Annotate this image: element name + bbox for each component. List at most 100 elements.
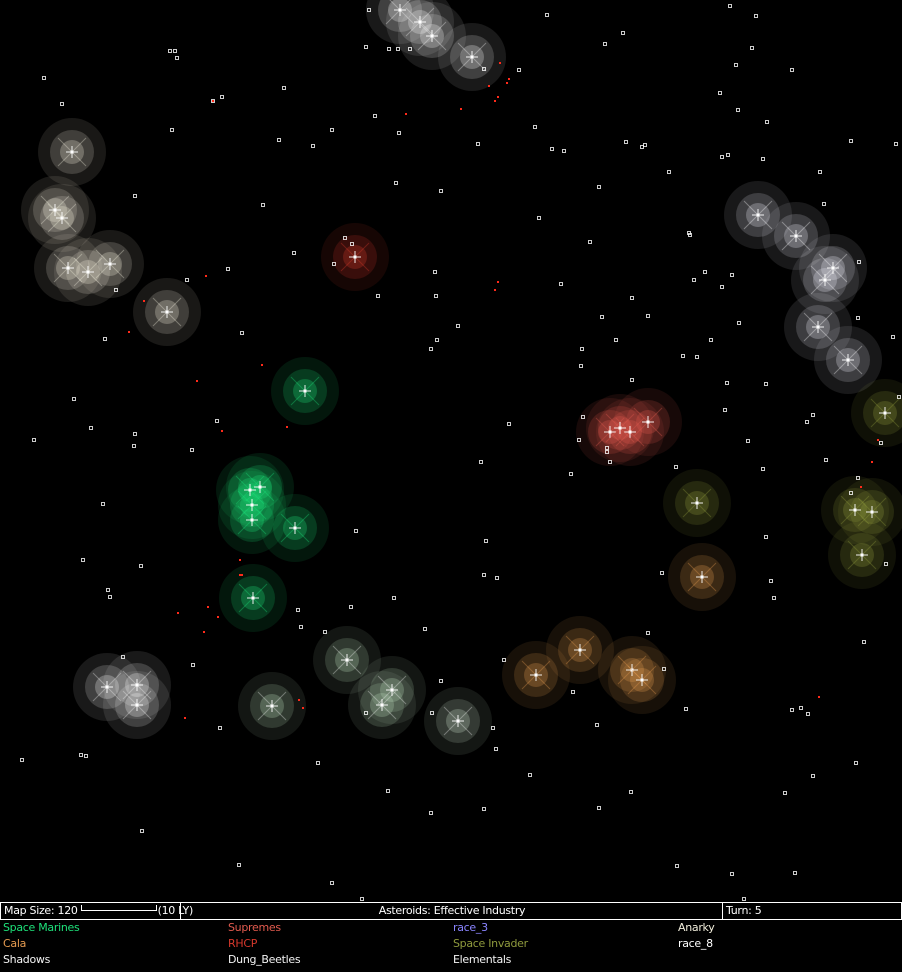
unowned-star[interactable] (718, 91, 722, 95)
unowned-star[interactable] (646, 314, 650, 318)
fleet-marker[interactable] (460, 108, 462, 110)
unowned-star[interactable] (891, 335, 895, 339)
unowned-star[interactable] (42, 76, 46, 80)
unowned-star[interactable] (392, 596, 396, 600)
unowned-star[interactable] (849, 139, 853, 143)
unowned-star[interactable] (89, 426, 93, 430)
unowned-star[interactable] (360, 897, 364, 901)
unowned-star[interactable] (730, 273, 734, 277)
unowned-star[interactable] (479, 460, 483, 464)
unowned-star[interactable] (603, 42, 607, 46)
fleet-marker[interactable] (239, 559, 241, 561)
unowned-star[interactable] (737, 321, 741, 325)
fleet-marker[interactable] (298, 699, 300, 701)
unowned-star[interactable] (822, 202, 826, 206)
unowned-star[interactable] (282, 86, 286, 90)
unowned-star[interactable] (528, 773, 532, 777)
unowned-star[interactable] (640, 145, 644, 149)
unowned-star[interactable] (692, 278, 696, 282)
unowned-star[interactable] (726, 153, 730, 157)
unowned-star[interactable] (799, 706, 803, 710)
unowned-star[interactable] (237, 863, 241, 867)
unowned-star[interactable] (60, 102, 64, 106)
unowned-star[interactable] (397, 131, 401, 135)
unowned-star[interactable] (643, 143, 647, 147)
unowned-star[interactable] (805, 420, 809, 424)
unowned-star[interactable] (667, 170, 671, 174)
unowned-star[interactable] (517, 68, 521, 72)
unowned-star[interactable] (614, 338, 618, 342)
fleet-marker[interactable] (494, 100, 496, 102)
unowned-star[interactable] (476, 142, 480, 146)
unowned-star[interactable] (793, 871, 797, 875)
unowned-star[interactable] (790, 708, 794, 712)
unowned-star[interactable] (818, 170, 822, 174)
fleet-marker[interactable] (203, 631, 205, 633)
galaxy-map[interactable] (0, 0, 902, 902)
unowned-star[interactable] (765, 120, 769, 124)
fleet-marker[interactable] (261, 364, 263, 366)
unowned-star[interactable] (296, 608, 300, 612)
unowned-star[interactable] (630, 378, 634, 382)
galaxy-map-canvas[interactable] (0, 0, 902, 902)
unowned-star[interactable] (769, 579, 773, 583)
unowned-star[interactable] (660, 571, 664, 575)
fleet-marker[interactable] (217, 616, 219, 618)
unowned-star[interactable] (687, 231, 691, 235)
unowned-star[interactable] (811, 774, 815, 778)
unowned-star[interactable] (750, 46, 754, 50)
unowned-star[interactable] (894, 142, 898, 146)
unowned-star[interactable] (720, 155, 724, 159)
unowned-star[interactable] (730, 872, 734, 876)
fleet-marker[interactable] (207, 606, 209, 608)
unowned-star[interactable] (433, 270, 437, 274)
unowned-star[interactable] (456, 324, 460, 328)
fleet-marker[interactable] (221, 430, 223, 432)
unowned-star[interactable] (736, 108, 740, 112)
unowned-star[interactable] (579, 364, 583, 368)
unowned-star[interactable] (482, 573, 486, 577)
unowned-star[interactable] (311, 144, 315, 148)
fleet-marker[interactable] (877, 439, 879, 441)
unowned-star[interactable] (675, 864, 679, 868)
unowned-star[interactable] (423, 627, 427, 631)
unowned-star[interactable] (261, 203, 265, 207)
unowned-star[interactable] (349, 605, 353, 609)
unowned-star[interactable] (571, 690, 575, 694)
unowned-star[interactable] (703, 270, 707, 274)
unowned-star[interactable] (600, 315, 604, 319)
unowned-star[interactable] (226, 267, 230, 271)
unowned-star[interactable] (734, 63, 738, 67)
unowned-star[interactable] (684, 707, 688, 711)
unowned-star[interactable] (168, 49, 172, 53)
unowned-star[interactable] (646, 631, 650, 635)
unowned-star[interactable] (495, 576, 499, 580)
unowned-star[interactable] (106, 588, 110, 592)
fleet-marker[interactable] (196, 380, 198, 382)
fleet-marker[interactable] (860, 486, 862, 488)
unowned-star[interactable] (218, 726, 222, 730)
unowned-star[interactable] (621, 31, 625, 35)
unowned-star[interactable] (761, 157, 765, 161)
unowned-star[interactable] (103, 337, 107, 341)
unowned-star[interactable] (386, 789, 390, 793)
fleet-marker[interactable] (508, 78, 510, 80)
unowned-star[interactable] (806, 712, 810, 716)
unowned-star[interactable] (84, 754, 88, 758)
unowned-star[interactable] (709, 338, 713, 342)
unowned-star[interactable] (595, 723, 599, 727)
unowned-star[interactable] (323, 630, 327, 634)
unowned-star[interactable] (790, 68, 794, 72)
unowned-star[interactable] (695, 355, 699, 359)
fleet-marker[interactable] (143, 300, 145, 302)
unowned-star[interactable] (484, 539, 488, 543)
unowned-star[interactable] (764, 535, 768, 539)
unowned-star[interactable] (140, 829, 144, 833)
unowned-star[interactable] (533, 125, 537, 129)
fleet-marker[interactable] (488, 85, 490, 87)
unowned-star[interactable] (72, 397, 76, 401)
unowned-star[interactable] (783, 791, 787, 795)
star-field[interactable] (20, 0, 901, 901)
unowned-star[interactable] (299, 625, 303, 629)
fleet-marker[interactable] (494, 289, 496, 291)
